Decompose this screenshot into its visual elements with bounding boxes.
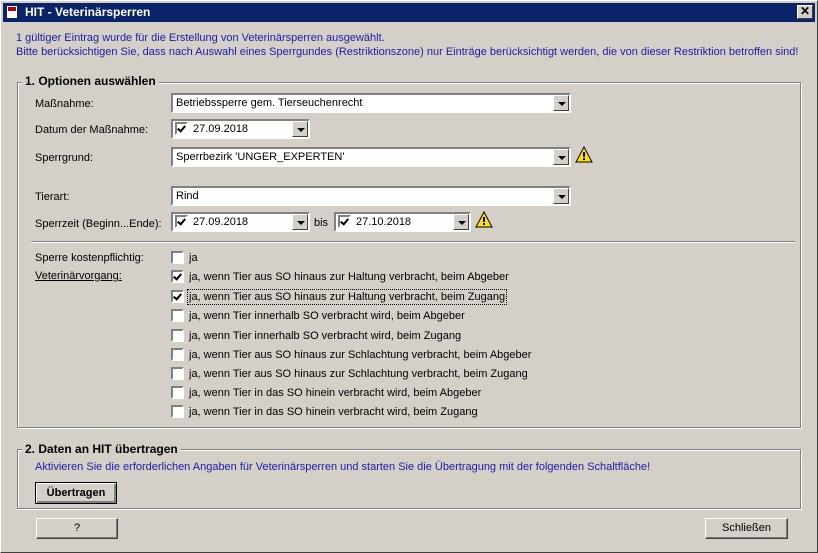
kosten-label: Sperre kostenpflichtig:: [35, 252, 144, 264]
vorgang-option-label[interactable]: ja, wenn Tier innerhalb SO verbracht wir…: [189, 330, 461, 342]
massnahme-value: Betriebssperre gem. Tierseuchenrecht: [176, 97, 363, 109]
transfer-group: [17, 449, 801, 509]
sperrgrund-value: Sperrbezirk 'UNGER_EXPERTEN': [176, 151, 345, 163]
sperrzeit-begin-value: 27.09.2018: [193, 216, 249, 228]
vorgang-checkbox[interactable]: [171, 309, 184, 322]
vorgang-checkbox[interactable]: [171, 348, 184, 361]
transfer-legend: 2. Daten an HIT übertragen: [22, 442, 181, 456]
schliessen-button[interactable]: Schließen: [705, 518, 788, 539]
vorgang-checkbox[interactable]: [171, 386, 184, 399]
chevron-down-icon[interactable]: [553, 188, 569, 204]
vorgang-option-label[interactable]: ja, wenn Tier aus SO hinaus zur Haltung …: [186, 289, 508, 305]
help-button[interactable]: ?: [36, 518, 118, 539]
options-legend: 1. Optionen auswählen: [22, 74, 159, 88]
sperrzeit-begin-checkbox[interactable]: [175, 215, 188, 228]
vorgang-checkbox[interactable]: [171, 270, 184, 283]
kosten-checkbox[interactable]: [171, 251, 184, 264]
vorgang-checkbox[interactable]: [171, 405, 184, 418]
sperrzeit-label: Sperrzeit (Beginn...Ende):: [35, 218, 162, 230]
info-line-2: Bitte berücksichtigen Sie, dass nach Aus…: [16, 46, 799, 58]
sperrgrund-label: Sperrgrund:: [35, 152, 94, 164]
app-icon: [7, 6, 17, 18]
massnahme-select[interactable]: Betriebssperre gem. Tierseuchenrecht: [171, 93, 571, 113]
datum-picker[interactable]: 27.09.2018: [171, 119, 310, 139]
chevron-down-icon[interactable]: [292, 214, 308, 230]
datum-checkbox[interactable]: [175, 122, 188, 135]
bis-label: bis: [314, 217, 329, 229]
kosten-option-label[interactable]: ja: [189, 252, 198, 264]
sperrzeit-end-value: 27.10.2018: [356, 216, 412, 228]
massnahme-label: Maßnahme:: [35, 98, 94, 110]
warning-icon: [475, 211, 493, 228]
warning-icon: [575, 146, 593, 163]
vorgang-option-label[interactable]: ja, wenn Tier innerhalb SO verbracht wir…: [189, 310, 465, 322]
tierart-select[interactable]: Rind: [171, 186, 571, 206]
chevron-down-icon[interactable]: [292, 121, 308, 137]
sperrzeit-begin-picker[interactable]: 27.09.2018: [171, 212, 310, 232]
vorgang-checkbox[interactable]: [171, 290, 184, 303]
vorgang-checkbox[interactable]: [171, 367, 184, 380]
vorgang-option-label[interactable]: ja, wenn Tier in das SO hinein verbracht…: [189, 387, 481, 399]
sperrgrund-select[interactable]: Sperrbezirk 'UNGER_EXPERTEN': [171, 147, 571, 167]
chevron-down-icon[interactable]: [453, 214, 469, 230]
sperrzeit-end-picker[interactable]: 27.10.2018: [334, 212, 471, 232]
vorgang-option-label[interactable]: ja, wenn Tier aus SO hinaus zur Schlacht…: [189, 349, 531, 361]
datum-label: Datum der Maßnahme:: [35, 124, 149, 136]
chevron-down-icon[interactable]: [553, 95, 569, 111]
chevron-down-icon[interactable]: [553, 149, 569, 165]
uebertragen-button[interactable]: Übertragen: [35, 482, 117, 504]
vorgang-option-label[interactable]: ja, wenn Tier aus SO hinaus zur Haltung …: [189, 271, 509, 283]
vorgang-label: Veterinärvorgang:: [35, 270, 122, 282]
transfer-info: Aktivieren Sie die erforderlichen Angabe…: [35, 461, 651, 473]
datum-value: 27.09.2018: [193, 123, 249, 135]
dialog-window: HIT - Veterinärsperren ✕ 1 gültiger Eint…: [0, 0, 818, 553]
close-button[interactable]: ✕: [797, 5, 813, 19]
title-bar[interactable]: HIT - Veterinärsperren ✕: [3, 3, 815, 22]
sperrzeit-end-checkbox[interactable]: [338, 215, 351, 228]
vorgang-option-label[interactable]: ja, wenn Tier aus SO hinaus zur Schlacht…: [189, 368, 528, 380]
info-line-1: 1 gültiger Eintrag wurde für die Erstell…: [16, 32, 385, 44]
section-divider: [31, 241, 795, 243]
vorgang-checkbox[interactable]: [171, 329, 184, 342]
window-title: HIT - Veterinärsperren: [25, 5, 151, 19]
tierart-label: Tierart:: [35, 191, 70, 203]
tierart-value: Rind: [176, 190, 199, 202]
vorgang-option-label[interactable]: ja, wenn Tier in das SO hinein verbracht…: [189, 406, 478, 418]
